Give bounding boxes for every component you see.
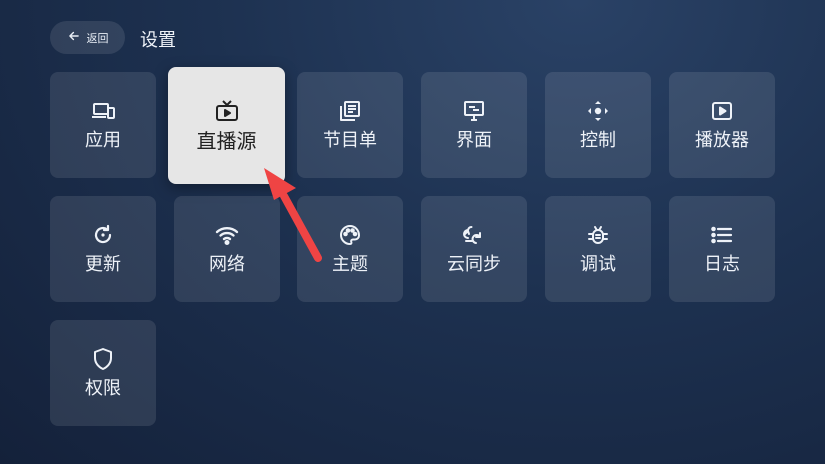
back-button-label: 返回 (86, 31, 109, 45)
tile-label: 控制 (580, 129, 616, 151)
tile-label: 更新 (85, 253, 121, 275)
tile-interface[interactable]: 界面 (421, 72, 527, 178)
tile-player[interactable]: 播放器 (669, 72, 775, 178)
tile-label: 节目单 (323, 129, 377, 151)
tile-live-source[interactable]: 直播源 (168, 67, 285, 184)
tile-label: 日志 (704, 253, 740, 275)
tile-apps[interactable]: 应用 (50, 72, 156, 178)
page-title: 设置 (140, 30, 176, 51)
wifi-icon (215, 223, 239, 247)
monitor-icon (462, 99, 486, 123)
tile-label: 界面 (456, 129, 492, 151)
tile-debug[interactable]: 调试 (545, 196, 651, 302)
tile-label: 直播源 (196, 129, 257, 153)
tile-theme[interactable]: 主题 (297, 196, 403, 302)
tile-label: 主题 (332, 253, 368, 275)
tile-control[interactable]: 控制 (545, 72, 651, 178)
cloud-sync-icon (462, 223, 486, 247)
dpad-icon (586, 99, 610, 123)
tile-label: 云同步 (447, 253, 501, 275)
palette-icon (338, 223, 362, 247)
tv-play-icon (215, 99, 239, 123)
devices-icon (91, 99, 115, 123)
tile-log[interactable]: 日志 (669, 196, 775, 302)
tile-label: 播放器 (695, 129, 749, 151)
tile-label: 网络 (209, 253, 245, 275)
tile-epg[interactable]: 节目单 (297, 72, 403, 178)
back-button[interactable]: 返回 (50, 21, 125, 54)
tile-label: 调试 (580, 253, 616, 275)
shield-icon (91, 347, 115, 371)
arrow-left-icon (67, 29, 81, 46)
tile-update[interactable]: 更新 (50, 196, 156, 302)
refresh-icon (91, 223, 115, 247)
tile-network[interactable]: 网络 (174, 196, 280, 302)
tile-cloud-sync[interactable]: 云同步 (421, 196, 527, 302)
tile-permission[interactable]: 权限 (50, 320, 156, 426)
tile-label: 权限 (85, 377, 121, 399)
bug-icon (586, 223, 610, 247)
list-icon (710, 223, 734, 247)
library-icon (338, 99, 362, 123)
tile-label: 应用 (85, 129, 121, 151)
play-box-icon (710, 99, 734, 123)
